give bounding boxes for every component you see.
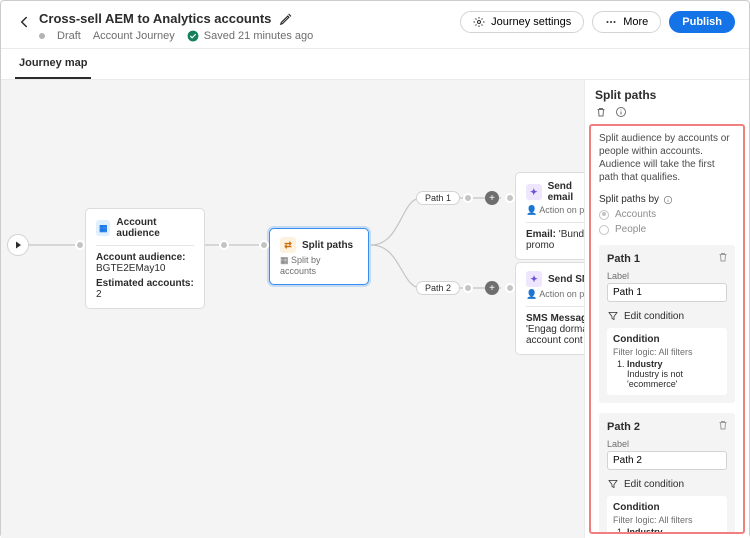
add-after-path2[interactable]: +	[485, 281, 499, 295]
info-icon[interactable]	[663, 195, 673, 205]
node-subtitle: Split by accounts	[280, 255, 321, 276]
play-icon	[12, 239, 24, 251]
status-dot	[39, 33, 45, 39]
properties-panel: Split paths Split audience by accounts o…	[584, 80, 749, 538]
add-after-path1[interactable]: +	[485, 191, 499, 205]
radio-accounts[interactable]: Accounts	[599, 209, 735, 220]
connector-dot	[219, 240, 229, 250]
start-node[interactable]	[7, 234, 29, 256]
connector-dot	[463, 283, 473, 293]
trash-icon[interactable]	[717, 419, 729, 431]
edit-title-icon[interactable]	[279, 12, 293, 26]
path-pill-1[interactable]: Path 1	[416, 191, 460, 205]
connector-dot	[259, 240, 269, 250]
status-saved: Saved 21 minutes ago	[204, 30, 313, 42]
back-icon[interactable]	[15, 13, 33, 31]
radio-people[interactable]: People	[599, 224, 735, 235]
journey-settings-button[interactable]: Journey settings	[460, 11, 584, 33]
status-draft: Draft	[57, 30, 81, 42]
node-split-paths[interactable]: ⇄ Split paths ▦ Split by accounts	[269, 228, 369, 285]
path-pill-2[interactable]: Path 2	[416, 281, 460, 295]
tab-journey-map[interactable]: Journey map	[15, 49, 91, 79]
path-card-1: Path 1 Label Edit condition Condition Fi…	[599, 245, 735, 403]
status-type: Account Journey	[93, 30, 175, 42]
field-label: Label	[607, 271, 727, 281]
gear-icon	[473, 16, 485, 28]
more-button[interactable]: More	[592, 11, 661, 33]
connector-dot	[463, 193, 473, 203]
split-by-label: Split paths by	[599, 194, 659, 205]
action-icon: ✦	[526, 271, 542, 287]
more-icon	[605, 16, 617, 28]
radio-icon	[599, 225, 609, 235]
funnel-icon	[607, 478, 619, 490]
journey-canvas[interactable]: ▦ Account audience Account audience: BGT…	[1, 80, 584, 538]
panel-description: Split audience by accounts or people wit…	[599, 132, 735, 184]
split-icon: ⇄	[280, 237, 296, 253]
edit-condition-button[interactable]: Edit condition	[607, 478, 727, 490]
path-label-input[interactable]	[607, 451, 727, 470]
connector-dot	[505, 283, 515, 293]
page-title: Cross-sell AEM to Analytics accounts	[39, 11, 271, 26]
node-title: Send email	[548, 181, 584, 203]
grid-icon: ▦	[96, 220, 110, 236]
info-icon[interactable]	[615, 106, 627, 118]
edit-condition-button[interactable]: Edit condition	[607, 310, 727, 322]
node-account-audience[interactable]: ▦ Account audience Account audience: BGT…	[85, 208, 205, 309]
trash-icon[interactable]	[595, 106, 607, 118]
trash-icon[interactable]	[717, 251, 729, 263]
action-icon: ✦	[526, 184, 542, 200]
publish-button[interactable]: Publish	[669, 11, 735, 33]
node-title: Account audience	[116, 217, 194, 239]
connector-dot	[75, 240, 85, 250]
node-title: Split paths	[302, 240, 353, 251]
funnel-icon	[607, 310, 619, 322]
connector-dot	[505, 193, 515, 203]
node-send-email[interactable]: ✦ Send email 👤 Action on p Email: 'Bundl…	[515, 172, 584, 260]
node-subtitle: Action on p	[539, 289, 584, 299]
node-subtitle: Action on p	[539, 205, 584, 215]
saved-icon	[187, 30, 199, 42]
path-name: Path 2	[607, 421, 727, 433]
edges	[1, 80, 584, 538]
field-label: Label	[607, 439, 727, 449]
condition-summary: Condition Filter logic: All filters Indu…	[607, 328, 727, 395]
path-card-2: Path 2 Label Edit condition Condition Fi…	[599, 413, 735, 534]
path-name: Path 1	[607, 253, 727, 265]
condition-summary: Condition Filter logic: All filters Indu…	[607, 496, 727, 534]
node-title: Send SMS	[548, 274, 584, 285]
radio-icon	[599, 210, 609, 220]
panel-title: Split paths	[585, 80, 749, 106]
path-label-input[interactable]	[607, 283, 727, 302]
node-send-sms[interactable]: ✦ Send SMS 👤 Action on p SMS Message: 'E…	[515, 262, 584, 355]
